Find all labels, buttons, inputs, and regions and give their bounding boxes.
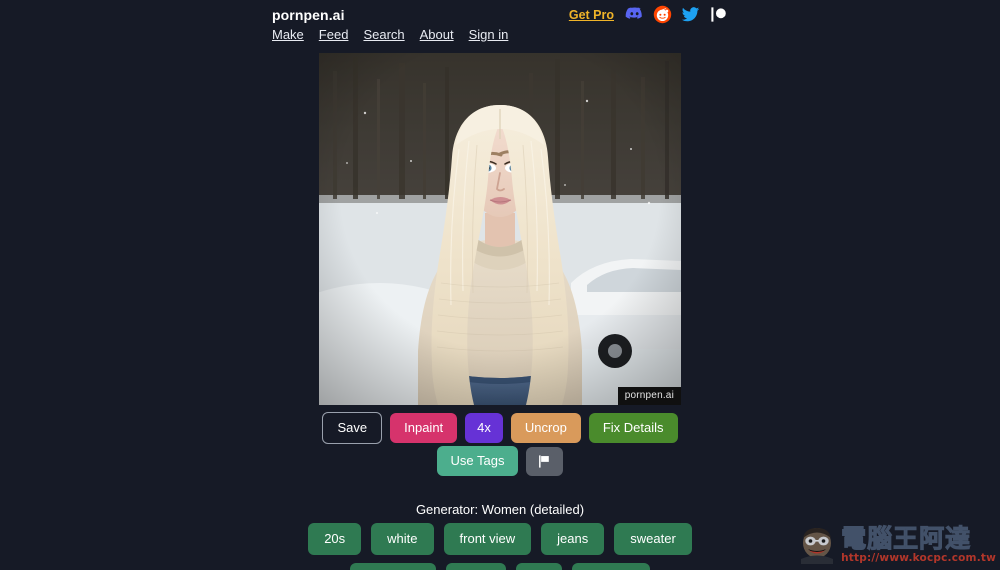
fix-details-button[interactable]: Fix Details <box>588 413 678 444</box>
generated-image <box>319 53 681 405</box>
reddit-icon[interactable] <box>653 5 672 24</box>
nav-item-about[interactable]: About <box>420 27 454 42</box>
save-button[interactable]: Save <box>322 412 383 445</box>
site-header: pornpen.ai Get Pro Make Feed Search Abou… <box>0 0 1000 48</box>
discord-icon[interactable] <box>625 5 644 24</box>
inpaint-button[interactable]: Inpaint <box>390 413 458 444</box>
app-root: pornpen.ai Get Pro Make Feed Search Abou… <box>0 0 1000 570</box>
report-button[interactable] <box>526 446 564 476</box>
nav-item-make[interactable]: Make <box>272 27 304 42</box>
nav-item-search[interactable]: Search <box>363 27 404 42</box>
tag-pill[interactable]: white <box>371 523 434 555</box>
tag-pill[interactable]: front view <box>443 523 532 555</box>
tag-pill[interactable] <box>516 562 562 570</box>
use-tags-button[interactable]: Use Tags <box>436 446 519 477</box>
tag-pill[interactable] <box>446 562 506 570</box>
flag-icon <box>537 454 552 469</box>
tag-pill[interactable]: jeans <box>541 523 605 555</box>
upscale-4x-button[interactable]: 4x <box>465 413 503 444</box>
tag-row-2 <box>350 562 650 570</box>
generator-title: Generator: Women (detailed) <box>415 502 585 517</box>
header-right-group: Get Pro <box>569 5 728 24</box>
main-nav: Make Feed Search About Sign in <box>272 27 508 42</box>
site-brand[interactable]: pornpen.ai <box>272 7 345 23</box>
image-watermark: pornpen.ai <box>617 387 681 405</box>
twitter-icon[interactable] <box>681 5 700 24</box>
generated-image-container[interactable]: pornpen.ai <box>319 53 681 405</box>
image-actions-primary: Save Inpaint 4x Uncrop Fix Details <box>0 412 1000 445</box>
tag-pill[interactable] <box>572 562 650 570</box>
get-pro-link[interactable]: Get Pro <box>569 8 614 22</box>
tag-pill[interactable] <box>350 562 436 570</box>
patreon-icon[interactable] <box>709 5 728 24</box>
nav-item-feed[interactable]: Feed <box>319 27 349 42</box>
image-actions-secondary: Use Tags <box>0 446 1000 477</box>
uncrop-button[interactable]: Uncrop <box>510 413 581 444</box>
generator-tag-area: 20s white front view jeans sweater <box>0 523 1000 570</box>
tag-pill[interactable]: sweater <box>614 523 692 555</box>
tag-row-1: 20s white front view jeans sweater <box>308 523 692 555</box>
tag-pill[interactable]: 20s <box>308 523 362 555</box>
nav-item-signin[interactable]: Sign in <box>469 27 509 42</box>
